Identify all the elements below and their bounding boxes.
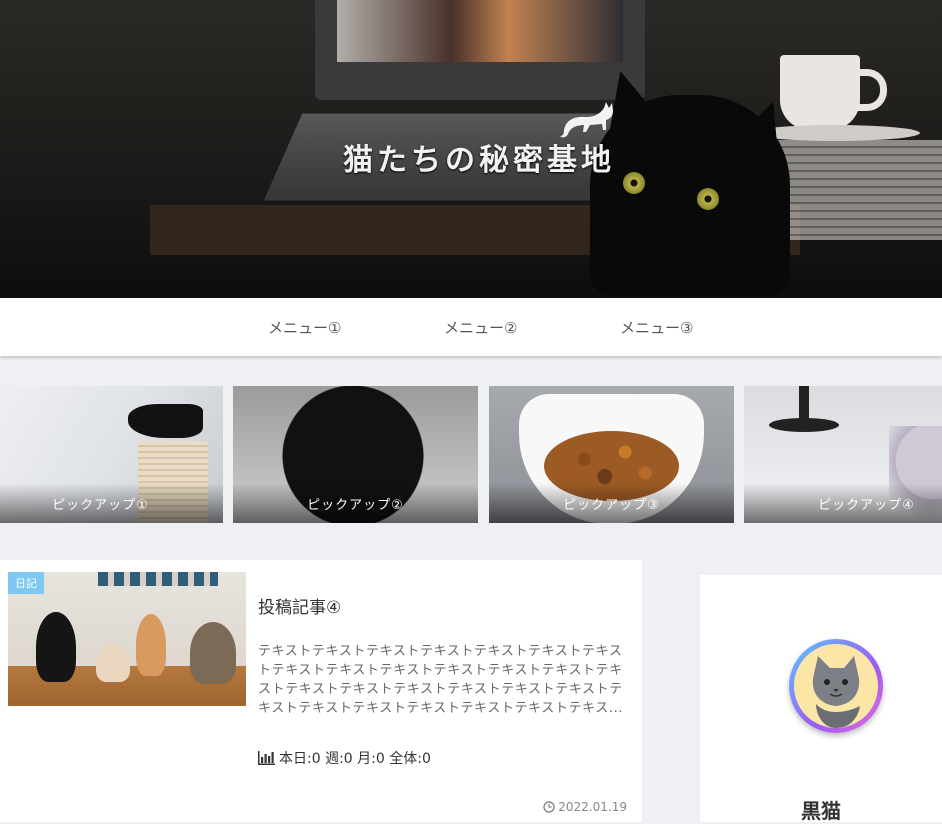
- avatar: [789, 639, 883, 733]
- pickup-card-4[interactable]: ピックアップ④: [744, 386, 942, 523]
- pickup-card-2[interactable]: ピックアップ②: [233, 386, 478, 523]
- site-title[interactable]: 猫たちの秘密基地: [343, 135, 615, 179]
- black-cat-photo: [590, 95, 790, 295]
- pickup-label: ピックアップ④: [744, 483, 942, 523]
- pickup-card-3[interactable]: ピックアップ③: [489, 386, 734, 523]
- pickup-label: ピックアップ①: [0, 483, 223, 523]
- post-excerpt: テキストテキストテキストテキストテキストテキストテキストテキストテキストテキスト…: [258, 644, 624, 716]
- header-hero-image: 猫たちの秘密基地: [0, 0, 942, 298]
- post-title[interactable]: 投稿記事④: [258, 593, 341, 618]
- global-nav: メニュー① メニュー② メニュー③: [0, 298, 942, 356]
- post-card: 日記 投稿記事④ テキストテキストテキストテキストテキストテキストテキストテキス…: [0, 560, 642, 822]
- profile-widget: 黒猫: [700, 575, 942, 823]
- category-badge[interactable]: 日記: [8, 572, 44, 594]
- post-date: 2022.01.19: [543, 800, 627, 814]
- clock-icon: [543, 801, 555, 813]
- nav-item-menu-3[interactable]: メニュー③: [620, 317, 693, 338]
- cat-avatar-icon: [812, 656, 860, 728]
- post-date-text: 2022.01.19: [558, 800, 627, 814]
- page-view-stats: 本日:0 週:0 月:0 全体:0: [258, 748, 431, 768]
- profile-username: 黒猫: [801, 799, 841, 823]
- nav-item-menu-2[interactable]: メニュー②: [444, 317, 517, 338]
- pickup-label: ピックアップ③: [489, 483, 734, 523]
- pickup-label: ピックアップ②: [233, 483, 478, 523]
- bar-chart-icon: [258, 751, 275, 765]
- nav-item-menu-1[interactable]: メニュー①: [268, 317, 341, 338]
- page-view-text: 本日:0 週:0 月:0 全体:0: [279, 751, 431, 767]
- pickup-card-1[interactable]: ピックアップ①: [0, 386, 223, 523]
- cat-silhouette-icon: [560, 102, 613, 138]
